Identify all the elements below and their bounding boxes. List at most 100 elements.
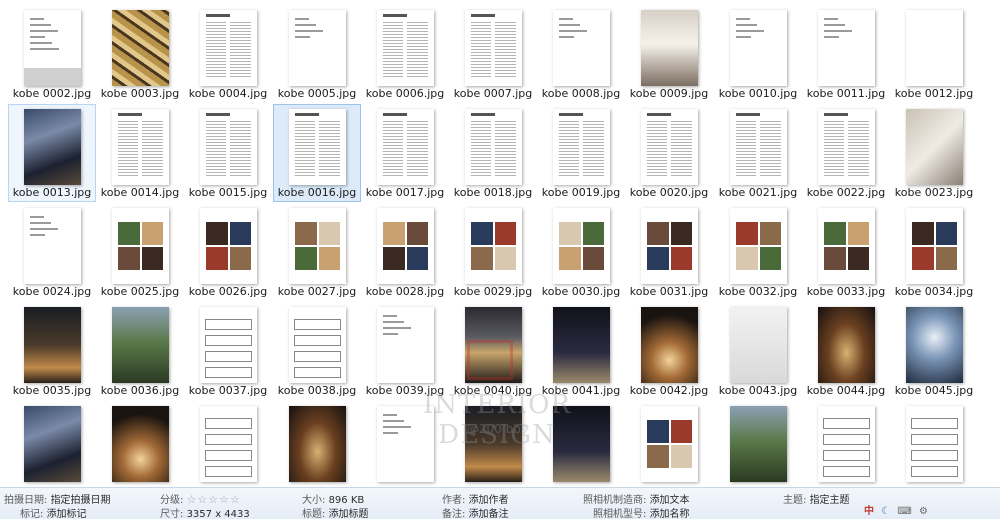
file-tile[interactable]: kobe 0036.jpg — [96, 302, 184, 400]
file-thumbnail — [641, 208, 698, 284]
author-field[interactable]: 作者: 添加作者 — [442, 491, 509, 506]
file-thumbnail — [641, 109, 698, 185]
file-tile[interactable]: kobe 0006.jpg — [361, 5, 449, 103]
subject-field[interactable]: 主题: 指定主题 — [783, 491, 850, 506]
file-name: kobe 0019.jpg — [541, 186, 621, 199]
file-thumbnail — [641, 406, 698, 482]
file-name: kobe 0018.jpg — [453, 186, 533, 199]
settings-icon[interactable]: ⚙ — [919, 505, 928, 519]
subject-value[interactable]: 指定主题 — [810, 495, 850, 506]
file-tile[interactable]: kobe 0030.jpg — [537, 203, 625, 301]
file-tile[interactable]: kobe 0022.jpg — [802, 104, 890, 202]
file-tile[interactable]: kobe 0028.jpg — [361, 203, 449, 301]
file-tile[interactable]: kobe 0018.jpg — [449, 104, 537, 202]
file-thumbnail — [112, 406, 169, 482]
ime-indicator[interactable]: 中 — [864, 505, 874, 519]
file-tile[interactable]: kobe 0017.jpg — [361, 104, 449, 202]
dimensions-value: 3357 x 4433 — [186, 509, 250, 520]
file-thumbnail — [200, 208, 257, 284]
file-tile[interactable]: kobe 0034.jpg — [890, 203, 978, 301]
file-name: kobe 0032.jpg — [718, 285, 798, 298]
file-tile[interactable]: kobe 0042.jpg — [625, 302, 713, 400]
keyboard-icon[interactable]: ⌨ — [897, 505, 911, 519]
file-tile[interactable]: kobe 0016.jpg — [273, 104, 361, 202]
title-value[interactable]: 添加标题 — [329, 509, 369, 520]
file-tile[interactable] — [361, 401, 449, 487]
file-thumbnail — [906, 208, 963, 284]
file-thumbnail — [112, 208, 169, 284]
camera-model-value[interactable]: 添加名称 — [650, 509, 690, 520]
file-tile[interactable]: kobe 0014.jpg — [96, 104, 184, 202]
file-thumbnail — [112, 109, 169, 185]
file-tile[interactable]: kobe 0007.jpg — [449, 5, 537, 103]
file-tile[interactable]: kobe 0025.jpg — [96, 203, 184, 301]
file-tile[interactable] — [625, 401, 713, 487]
file-thumbnail — [553, 406, 610, 482]
file-thumbnail — [730, 10, 787, 86]
file-tile[interactable]: kobe 0024.jpg — [8, 203, 96, 301]
file-tile[interactable]: kobe 0015.jpg — [184, 104, 272, 202]
file-tile[interactable]: kobe 0002.jpg — [8, 5, 96, 103]
file-tile[interactable]: kobe 0031.jpg — [625, 203, 713, 301]
file-tile[interactable]: kobe 0029.jpg — [449, 203, 537, 301]
file-tile[interactable]: kobe 0004.jpg — [184, 5, 272, 103]
file-tile[interactable] — [802, 401, 890, 487]
file-tile[interactable]: kobe 0032.jpg — [714, 203, 802, 301]
file-tile[interactable]: kobe 0008.jpg — [537, 5, 625, 103]
file-tile[interactable] — [890, 401, 978, 487]
file-tile[interactable]: kobe 0043.jpg — [714, 302, 802, 400]
file-thumbnail — [200, 10, 257, 86]
file-tile[interactable]: kobe 0038.jpg — [273, 302, 361, 400]
file-tile[interactable]: kobe 0044.jpg — [802, 302, 890, 400]
file-tile[interactable]: kobe 0009.jpg — [625, 5, 713, 103]
file-thumbnail — [200, 406, 257, 482]
date-taken-field[interactable]: 拍摄日期: 指定拍摄日期 — [4, 491, 111, 506]
file-tile[interactable]: kobe 0023.jpg — [890, 104, 978, 202]
file-tile[interactable] — [273, 401, 361, 487]
file-tile[interactable]: kobe 0041.jpg — [537, 302, 625, 400]
file-tile[interactable] — [8, 401, 96, 487]
file-tile[interactable]: kobe 0033.jpg — [802, 203, 890, 301]
comments-value[interactable]: 添加备注 — [469, 509, 509, 520]
file-tile[interactable]: kobe 0012.jpg — [890, 5, 978, 103]
file-thumbnail — [377, 208, 434, 284]
moon-icon[interactable]: ☾ — [881, 505, 890, 519]
file-tile[interactable] — [96, 401, 184, 487]
file-tile[interactable]: kobe 0019.jpg — [537, 104, 625, 202]
file-name: kobe 0045.jpg — [894, 384, 974, 397]
file-tile[interactable] — [537, 401, 625, 487]
rating-field[interactable]: 分级: ☆☆☆☆☆ — [160, 491, 241, 506]
file-tile[interactable]: kobe 0005.jpg — [273, 5, 361, 103]
file-tile[interactable]: kobe 0040.jpg — [449, 302, 537, 400]
file-name: kobe 0021.jpg — [718, 186, 798, 199]
file-thumbnail — [289, 307, 346, 383]
file-tile[interactable]: kobe 0020.jpg — [625, 104, 713, 202]
file-name: kobe 0030.jpg — [541, 285, 621, 298]
file-tile[interactable] — [449, 401, 537, 487]
file-tile[interactable]: kobe 0013.jpg — [8, 104, 96, 202]
file-tile[interactable]: kobe 0039.jpg — [361, 302, 449, 400]
file-tile[interactable]: kobe 0021.jpg — [714, 104, 802, 202]
file-name: kobe 0038.jpg — [277, 384, 357, 397]
file-tile[interactable]: kobe 0037.jpg — [184, 302, 272, 400]
file-tile[interactable]: kobe 0027.jpg — [273, 203, 361, 301]
file-tile[interactable]: kobe 0011.jpg — [802, 5, 890, 103]
tags-label: 标记: — [20, 509, 44, 520]
file-tile[interactable] — [184, 401, 272, 487]
file-tile[interactable] — [714, 401, 802, 487]
file-tile[interactable]: kobe 0010.jpg — [714, 5, 802, 103]
tags-value[interactable]: 添加标记 — [47, 509, 87, 520]
file-thumbnail — [200, 307, 257, 383]
file-name: kobe 0012.jpg — [894, 87, 974, 100]
file-tile[interactable]: kobe 0026.jpg — [184, 203, 272, 301]
size-field: 大小: 896 KB — [302, 491, 364, 506]
file-thumbnail — [906, 109, 963, 185]
details-pane: 拍摄日期: 指定拍摄日期 标记: 添加标记 分级: ☆☆☆☆☆ 尺寸: 3357… — [0, 487, 1000, 520]
file-name: kobe 0043.jpg — [718, 384, 798, 397]
file-thumbnail — [112, 307, 169, 383]
file-tile[interactable]: kobe 0035.jpg — [8, 302, 96, 400]
camera-maker-field[interactable]: 照相机制造商: 添加文本 — [583, 491, 690, 506]
file-tile[interactable]: kobe 0003.jpg — [96, 5, 184, 103]
file-tile[interactable]: kobe 0045.jpg — [890, 302, 978, 400]
file-thumbnail — [818, 10, 875, 86]
